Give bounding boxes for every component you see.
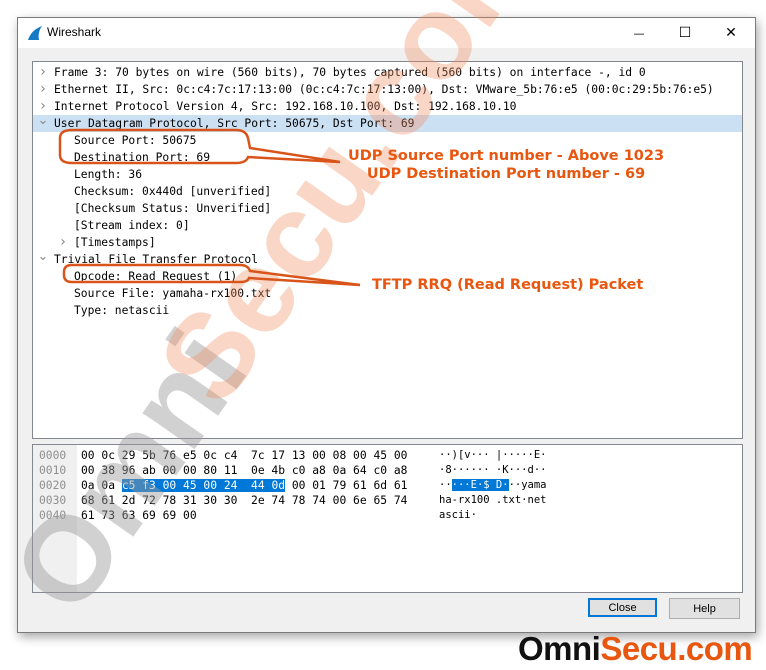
tree-row-label: Frame 3: 70 bytes on wire (560 bits), 70… [54, 66, 646, 79]
tree-row[interactable]: Checksum: 0x440d [unverified] [33, 183, 742, 200]
brand-logo: OmniSecu.com [518, 630, 753, 668]
tree-row-label: Ethernet II, Src: 0c:c4:7c:17:13:00 (0c:… [54, 83, 714, 96]
tree-row-label: User Datagram Protocol, Src Port: 50675,… [54, 117, 415, 130]
ascii-bytes[interactable]: ha-rx100 .txt·net [439, 493, 546, 508]
tree-row[interactable]: ⌄ Trivial File Transfer Protocol [33, 248, 742, 268]
tree-row-label: [Stream index: 0] [74, 219, 190, 232]
packet-details-tree[interactable]: › Frame 3: 70 bytes on wire (560 bits), 7… [32, 61, 743, 439]
brand-omni: Omni [518, 630, 601, 667]
help-button[interactable]: Help [669, 598, 740, 619]
ascii-bytes[interactable]: ascii· [439, 508, 477, 523]
tree-row[interactable]: › Ethernet II, Src: 0c:c4:7c:17:13:00 (0c… [33, 81, 742, 98]
title-bar: Wireshark — ☐ ✕ [18, 18, 755, 48]
tree-row[interactable]: › Internet Protocol Version 4, Src: 192.1… [33, 98, 742, 115]
hex-bytes[interactable]: 00 0c 29 5b 76 e5 0c c4 7c 17 13 00 08 0… [81, 448, 407, 463]
hex-offset: 0030 [39, 494, 67, 507]
highlighted-ascii: ···E·$ D· [451, 479, 509, 491]
tree-row[interactable]: [Stream index: 0] [33, 217, 742, 234]
tree-row-label: Internet Protocol Version 4, Src: 192.16… [54, 100, 517, 113]
tree-row[interactable]: [Checksum Status: Unverified] [33, 200, 742, 217]
hex-bytes[interactable]: 00 38 96 ab 00 00 80 11 0e 4b c0 a8 0a 6… [81, 463, 407, 478]
window-title: Wireshark [47, 25, 102, 39]
packet-details-dialog: Wireshark — ☐ ✕ › Frame 3: 70 bytes on wi… [17, 17, 756, 633]
hex-offset: 0000 [39, 449, 67, 462]
tree-row[interactable]: › Frame 3: 70 bytes on wire (560 bits), 7… [33, 64, 742, 81]
tree-row-label: Source File: yamaha-rx100.txt [74, 287, 272, 300]
wireshark-fin-icon [28, 26, 42, 40]
ascii-bytes[interactable]: ··)[v··· |·····E· [439, 448, 546, 463]
maximize-button[interactable]: ☐ [662, 18, 708, 48]
tftp-annotation: TFTP RRQ (Read Request) Packet [372, 277, 644, 293]
close-button[interactable]: Close [588, 598, 657, 617]
hex-offset: 0040 [39, 509, 67, 522]
close-window-button[interactable]: ✕ [708, 18, 754, 48]
chevron-right-icon[interactable]: › [37, 64, 49, 81]
tree-row-label: Opcode: Read Request (1) [74, 270, 238, 283]
hex-offset: 0020 [39, 479, 67, 492]
tree-row-label: Checksum: 0x440d [unverified] [74, 185, 272, 198]
maximize-icon: ☐ [678, 25, 692, 41]
tree-row-label: Destination Port: 69 [74, 151, 211, 164]
brand-secu: Secu.com [600, 630, 753, 667]
udp-annotation-line1: UDP Source Port number - Above 1023 [348, 148, 665, 164]
ascii-bytes[interactable]: ·····E·$ D···yama [439, 478, 547, 493]
tree-row[interactable]: ⌄ User Datagram Protocol, Src Port: 50675… [33, 112, 742, 132]
packet-bytes-pane[interactable]: 0000 00 0c 29 5b 76 e5 0c c4 7c 17 13 00 … [32, 444, 743, 593]
tree-row-label: Length: 36 [74, 168, 143, 181]
minimize-icon: — [633, 26, 645, 40]
udp-annotation-line2: UDP Destination Port number - 69 [366, 166, 646, 182]
highlighted-bytes: c5 f3 00 45 00 24 44 0d [121, 479, 286, 492]
ascii-bytes[interactable]: ·8······ ·K···d·· [439, 463, 546, 478]
tree-row-label: [Timestamps] [74, 236, 156, 249]
chevron-right-icon[interactable]: › [57, 234, 69, 251]
close-icon: ✕ [725, 25, 737, 41]
tree-row-label: Type: netascii [74, 304, 170, 317]
tree-row-label: [Checksum Status: Unverified] [74, 202, 272, 215]
chevron-right-icon[interactable]: › [37, 81, 49, 98]
hex-bytes[interactable]: 61 73 63 69 69 00 [81, 508, 197, 523]
tree-row[interactable]: Source Port: 50675 [33, 132, 742, 149]
tree-row[interactable]: Type: netascii [33, 302, 742, 319]
tree-row-label: Source Port: 50675 [74, 134, 197, 147]
tree-row-label: Trivial File Transfer Protocol [54, 253, 259, 266]
tree-row[interactable]: › [Timestamps] [33, 234, 742, 251]
minimize-button[interactable]: — [616, 18, 662, 48]
chevron-down-icon[interactable]: ⌄ [37, 112, 49, 129]
hex-offset: 0010 [39, 464, 67, 477]
chevron-down-icon[interactable]: ⌄ [37, 248, 49, 265]
hex-bytes[interactable]: 0a 0a c5 f3 00 45 00 24 44 0d 00 01 79 6… [81, 478, 407, 493]
hex-bytes[interactable]: 68 61 2d 72 78 31 30 30 2e 74 78 74 00 6… [81, 493, 407, 508]
